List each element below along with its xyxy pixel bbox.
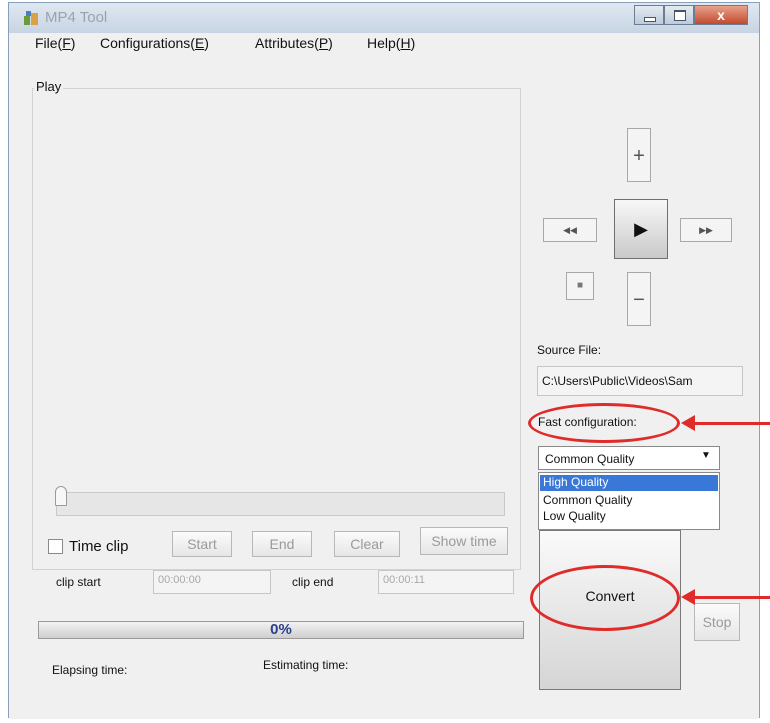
menu-configurations-label: Configurations(: [100, 35, 195, 51]
play-button[interactable]: ▶: [614, 199, 668, 259]
app-logo-icon: [23, 10, 39, 26]
menu-configurations-tail: ): [204, 35, 209, 51]
rewind-icon: ◀◀: [563, 225, 577, 235]
menu-configurations[interactable]: Configurations(E): [100, 35, 209, 51]
estimating-time-label: Estimating time:: [263, 658, 349, 672]
quality-select[interactable]: Common Quality ▼: [538, 446, 720, 470]
annotation-ellipse-fast-config: [528, 403, 680, 443]
video-preview: [40, 100, 513, 480]
time-clip-checkbox[interactable]: [48, 539, 63, 554]
start-button[interactable]: Start: [172, 531, 232, 557]
clip-start-label: clip start: [56, 575, 101, 589]
menu-attributes-tail: ): [328, 35, 333, 51]
time-clip-label: Time clip: [69, 538, 129, 555]
volume-down-button[interactable]: −: [627, 272, 651, 326]
seek-slider-thumb[interactable]: [55, 486, 67, 506]
minimize-icon: [644, 17, 656, 22]
quality-dropdown-list: High Quality Common Quality Low Quality: [538, 472, 720, 530]
title-bar: MP4 Tool x: [9, 3, 759, 33]
annotation-arrowhead-convert: [681, 589, 695, 605]
menu-file-key: F: [62, 35, 71, 51]
annotation-arrow-convert: [694, 596, 770, 599]
menu-attributes[interactable]: Attributes(P): [255, 35, 333, 51]
menu-help-key: H: [400, 35, 411, 51]
clear-button[interactable]: Clear: [334, 531, 400, 557]
minimize-button[interactable]: [634, 5, 664, 25]
plus-icon: +: [633, 145, 645, 167]
source-file-label: Source File:: [537, 343, 602, 357]
seek-slider-track[interactable]: [56, 492, 505, 516]
show-time-button[interactable]: Show time: [420, 527, 508, 555]
clip-start-field[interactable]: 00:00:00: [153, 570, 271, 594]
menu-configurations-key: E: [194, 35, 205, 51]
minus-icon: −: [633, 289, 645, 311]
play-group-label: Play: [34, 79, 64, 94]
window-title: MP4 Tool: [45, 9, 108, 26]
quality-option-common[interactable]: Common Quality: [543, 493, 632, 507]
play-icon: ▶: [634, 219, 648, 239]
fast-forward-button[interactable]: ▶▶: [680, 218, 732, 242]
menu-attributes-key: P: [318, 35, 329, 51]
stop-playback-button[interactable]: ■: [566, 272, 594, 300]
annotation-arrowhead-fast-config: [681, 415, 695, 431]
menu-help-label: Help(: [367, 35, 401, 51]
volume-up-button[interactable]: +: [627, 128, 651, 182]
conversion-progress-bar: 0%: [38, 621, 524, 639]
end-button[interactable]: End: [252, 531, 312, 557]
clip-end-label: clip end: [292, 575, 334, 589]
close-button[interactable]: x: [694, 5, 748, 25]
annotation-ellipse-convert: [530, 565, 680, 631]
menu-help-tail: ): [410, 35, 416, 51]
fast-forward-icon: ▶▶: [699, 225, 713, 235]
chevron-down-icon: ▼: [701, 450, 711, 461]
menu-help[interactable]: Help(H): [367, 35, 415, 51]
quality-option-high[interactable]: High Quality: [540, 475, 718, 491]
stop-conversion-button[interactable]: Stop: [694, 603, 740, 641]
menu-file[interactable]: File(F): [35, 35, 75, 51]
menu-file-label: File(: [35, 35, 63, 51]
annotation-arrow-fast-config: [694, 422, 770, 425]
quality-option-low[interactable]: Low Quality: [543, 509, 606, 523]
maximize-icon: [674, 10, 686, 21]
clip-end-field[interactable]: 00:00:11: [378, 570, 514, 594]
rewind-button[interactable]: ◀◀: [543, 218, 597, 242]
source-file-field[interactable]: C:\Users\Public\Videos\Sam: [537, 366, 743, 396]
menu-file-tail: ): [70, 35, 76, 51]
menu-attributes-label: Attributes(: [255, 35, 319, 51]
stop-icon: ■: [576, 280, 584, 291]
quality-select-value: Common Quality: [545, 452, 635, 466]
maximize-button[interactable]: [664, 5, 694, 25]
close-icon: x: [717, 7, 725, 23]
menu-bar: File(F) Configurations(E) Attributes(P) …: [9, 33, 759, 55]
progress-text: 0%: [270, 621, 292, 638]
elapsing-time-label: Elapsing time:: [52, 663, 128, 677]
